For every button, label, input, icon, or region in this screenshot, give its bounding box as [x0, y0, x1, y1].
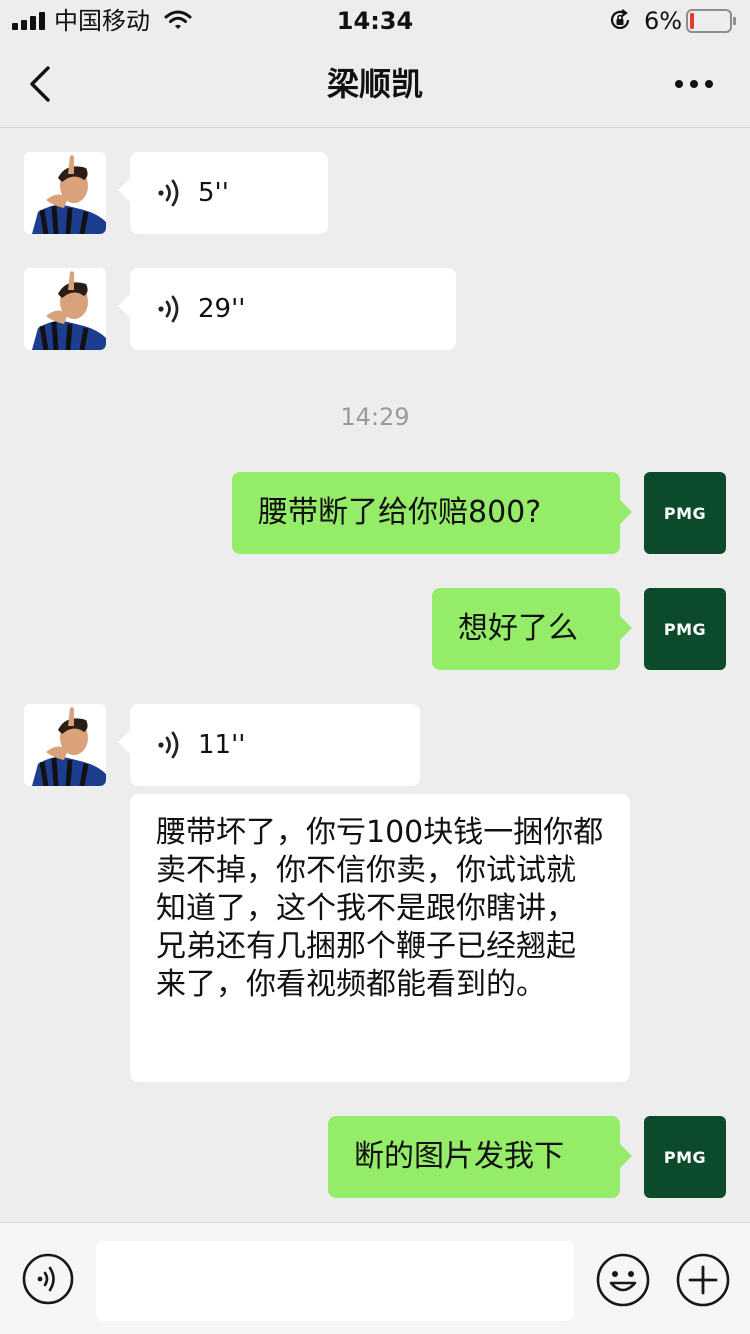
rotation-lock-icon: [610, 9, 630, 29]
more-options-icon[interactable]: [670, 68, 718, 100]
voice-wave-icon: [158, 179, 179, 207]
player-portrait-icon: [24, 704, 106, 786]
message-text: 腰带断了给你赔800?: [258, 495, 542, 530]
message-text: 断的图片发我下: [354, 1139, 564, 1174]
message-text: 腰带坏了，你亏100块钱一捆你都卖不掉，你不信你卖，你试试就知道了，这个我不是跟…: [156, 815, 604, 1002]
message-input[interactable]: [96, 1241, 574, 1321]
outgoing-text-message[interactable]: 腰带断了给你赔800?: [232, 472, 632, 554]
battery-percent: 6%: [644, 7, 683, 35]
contact-avatar[interactable]: [24, 268, 106, 350]
battery-icon: [686, 9, 736, 33]
voice-wave-icon: [158, 295, 179, 323]
self-avatar[interactable]: PMG: [644, 1116, 726, 1198]
contact-name: 梁顺凯: [326, 65, 423, 103]
contact-avatar[interactable]: [24, 704, 106, 786]
voice-message[interactable]: 5'': [118, 152, 328, 234]
voice-duration: 5'': [198, 178, 229, 208]
voice-duration: 29'': [198, 294, 246, 324]
self-avatar-label: PMG: [663, 1147, 707, 1167]
voice-wave-icon: [158, 731, 179, 759]
player-portrait-icon: [24, 268, 106, 350]
contact-avatar[interactable]: [24, 152, 106, 234]
voice-message[interactable]: 29'': [118, 268, 456, 350]
message-text: 想好了么: [458, 611, 578, 646]
self-avatar-label: PMG: [663, 619, 707, 639]
self-avatar-label: PMG: [663, 503, 707, 523]
voice-input-icon[interactable]: [22, 1253, 74, 1305]
back-icon[interactable]: [24, 64, 60, 104]
self-avatar[interactable]: PMG: [644, 472, 726, 554]
outgoing-text-message[interactable]: 断的图片发我下: [328, 1116, 632, 1198]
player-portrait-icon: [24, 152, 106, 234]
chat-header: 梁顺凯: [0, 40, 750, 128]
self-avatar[interactable]: PMG: [644, 588, 726, 670]
emoji-icon[interactable]: [596, 1253, 650, 1307]
voice-message[interactable]: 11'': [118, 704, 420, 786]
chat-input-bar: [0, 1222, 750, 1334]
incoming-text-message[interactable]: 腰带坏了，你亏100块钱一捆你都卖不掉，你不信你卖，你试试就知道了，这个我不是跟…: [130, 794, 630, 1082]
status-bar: 中国移动 14:34 6%: [0, 0, 750, 40]
message-timestamp: 14:29: [340, 403, 410, 431]
chat-messages[interactable]: 5'' 29'' 14:29 腰带断了给你赔800? PMG 想好了么 PMG …: [0, 129, 750, 1222]
outgoing-text-message[interactable]: 想好了么: [432, 588, 632, 670]
status-time: 14:34: [336, 7, 414, 35]
voice-duration: 11'': [198, 730, 246, 760]
plus-icon[interactable]: [676, 1253, 730, 1307]
